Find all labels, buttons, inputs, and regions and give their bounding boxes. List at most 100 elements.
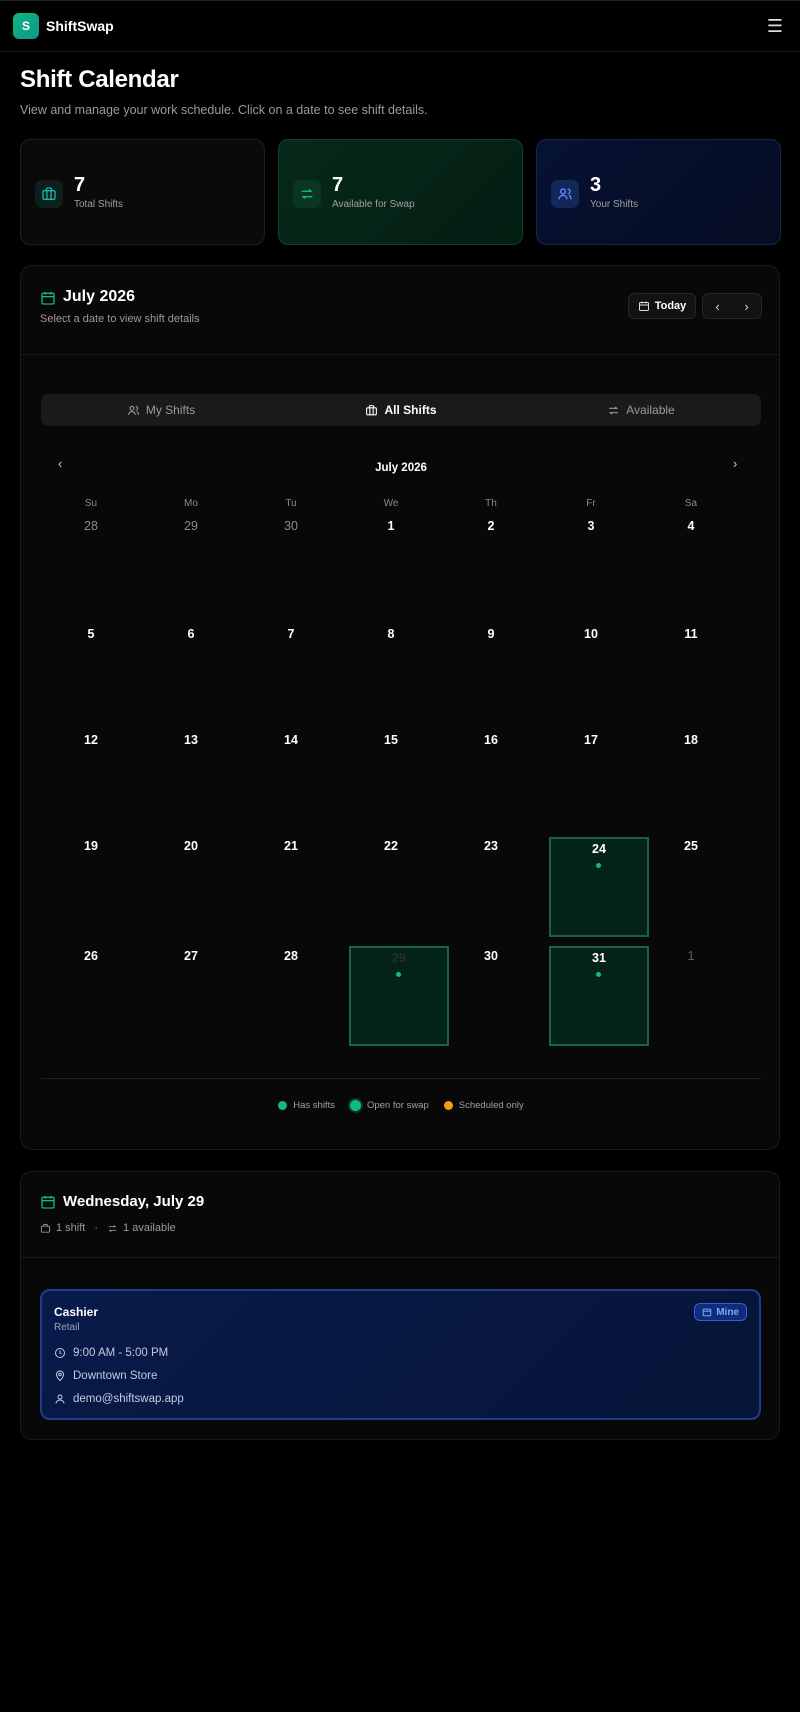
calendar-day[interactable]: 11 [641,620,741,720]
clock-icon [55,1348,65,1358]
calendar-day[interactable]: 3 [541,512,641,612]
map-pin-icon [55,1370,65,1382]
legend-dot [349,1100,361,1111]
briefcase-icon [40,1223,51,1233]
shift-dot [396,972,401,977]
calendar-day[interactable]: 20 [141,832,241,932]
calendar-subtitle: Select a date to view shift details [40,313,200,325]
calendar-day[interactable]: 30 [241,512,341,612]
detail-date-title: Wednesday, July 29 [63,1193,205,1210]
shift-email: demo@shiftswap.app [73,1393,184,1405]
divider [21,354,779,355]
legend-open-for-swap: Open for swap [349,1100,429,1111]
calendar-title: July 2026 [63,288,136,305]
hamburger-icon: ☰ [766,15,784,36]
calendar-day[interactable]: 16 [441,726,541,826]
calendar-day[interactable]: 7 [241,620,341,720]
calendar-icon [702,1308,712,1317]
logo-letter: S [21,19,30,33]
divider [41,1078,761,1079]
tab-my-shifts[interactable]: My Shifts [41,394,281,426]
chevron-right-icon: › [744,298,749,314]
calendar-day[interactable]: 18 [641,726,741,826]
menu-button[interactable]: ☰ [764,15,786,37]
shift-filter-tabs: My Shifts All Shifts Available [41,394,761,426]
weekday-header: Su [84,498,98,509]
calendar-day[interactable]: 10 [541,620,641,720]
shift-card[interactable]: Cashier Retail Mine 9:00 AM - 5:00 PM Do… [40,1289,761,1420]
calendar-day[interactable]: 2 [441,512,541,612]
prev-month-button[interactable]: ‹ [703,294,732,318]
calendar-day[interactable]: 26 [41,942,141,1042]
calendar-day[interactable]: 17 [541,726,641,826]
tab-available[interactable]: Available [521,394,761,426]
legend-has-shifts: Has shifts [278,1100,335,1111]
stat-label: Total Shifts [74,199,123,210]
calendar-day[interactable]: 12 [41,726,141,826]
shift-time-row: 9:00 AM - 5:00 PM [54,1347,168,1359]
swap-icon [293,180,321,208]
calendar-day[interactable]: 5 [41,620,141,720]
calendar-day[interactable]: 30 [441,942,541,1042]
calendar-day[interactable]: 29 [141,512,241,612]
calendar-icon [40,1194,56,1215]
stat-available-for-swap: 7 Available for Swap [278,139,523,245]
mini-next-month-button[interactable]: › [733,456,737,471]
next-month-button[interactable]: › [732,294,761,318]
shift-dot [596,863,601,868]
calendar-day[interactable]: 4 [641,512,741,612]
calendar-day[interactable]: 28 [241,942,341,1042]
stat-label: Available for Swap [332,199,415,210]
calendar-day[interactable]: 23 [441,832,541,932]
legend-scheduled-only: Scheduled only [443,1100,524,1111]
swap-icon [108,1224,117,1232]
app-logo[interactable]: S [13,13,39,39]
shift-owner-row: demo@shiftswap.app [54,1393,184,1405]
stat-value: 7 [332,174,344,196]
today-button[interactable]: Today [628,293,696,319]
briefcase-icon [366,404,378,415]
detail-meta: 1 shift · 1 available [40,1222,176,1234]
divider [21,1257,779,1258]
shift-time: 9:00 AM - 5:00 PM [73,1347,169,1359]
calendar-day[interactable]: 6 [141,620,241,720]
shift-department: Retail [54,1322,80,1333]
calendar-day[interactable]: 21 [241,832,341,932]
tab-all-shifts[interactable]: All Shifts [281,394,521,426]
calendar-day[interactable]: 28 [41,512,141,612]
month-nav-group: ‹ › [702,293,762,319]
tab-label: My Shifts [145,403,196,417]
calendar-day-selected[interactable]: 29 [349,946,449,1046]
calendar-day[interactable]: 25 [641,832,741,932]
shift-role: Cashier [54,1305,99,1319]
weekday-header: Fr [586,498,596,509]
calendar-legend: Has shifts Open for swap Scheduled only [21,1100,781,1111]
weekday-header: Th [485,498,497,509]
calendar-day-with-shift[interactable]: 24 [549,837,649,937]
calendar-day[interactable]: 8 [341,620,441,720]
calendar-day[interactable]: 1 [341,512,441,612]
shift-count: 1 shift [56,1222,86,1234]
stat-value: 7 [74,174,86,196]
calendar-day[interactable]: 14 [241,726,341,826]
calendar-day[interactable]: 13 [141,726,241,826]
shift-dot [596,972,601,977]
mine-badge: Mine [694,1303,747,1321]
calendar-day[interactable]: 19 [41,832,141,932]
swap-icon [609,405,619,415]
day-detail-card: Wednesday, July 29 1 shift · 1 available… [20,1171,780,1440]
calendar-day[interactable]: 1 [641,942,741,1042]
calendar-day-with-shift[interactable]: 31 [549,946,649,1046]
calendar-day[interactable]: 22 [341,832,441,932]
weekday-header: Sa [684,498,698,509]
calendar-day[interactable]: 15 [341,726,441,826]
calendar-day[interactable]: 9 [441,620,541,720]
page-subtitle: View and manage your work schedule. Clic… [20,103,428,117]
app-name[interactable]: ShiftSwap [46,18,114,34]
top-bar: S ShiftSwap ☰ [0,0,800,52]
shift-location-row: Downtown Store [54,1370,157,1382]
user-icon [55,1394,65,1404]
briefcase-icon [35,180,63,208]
weekday-header: We [383,498,399,509]
calendar-day[interactable]: 27 [141,942,241,1042]
